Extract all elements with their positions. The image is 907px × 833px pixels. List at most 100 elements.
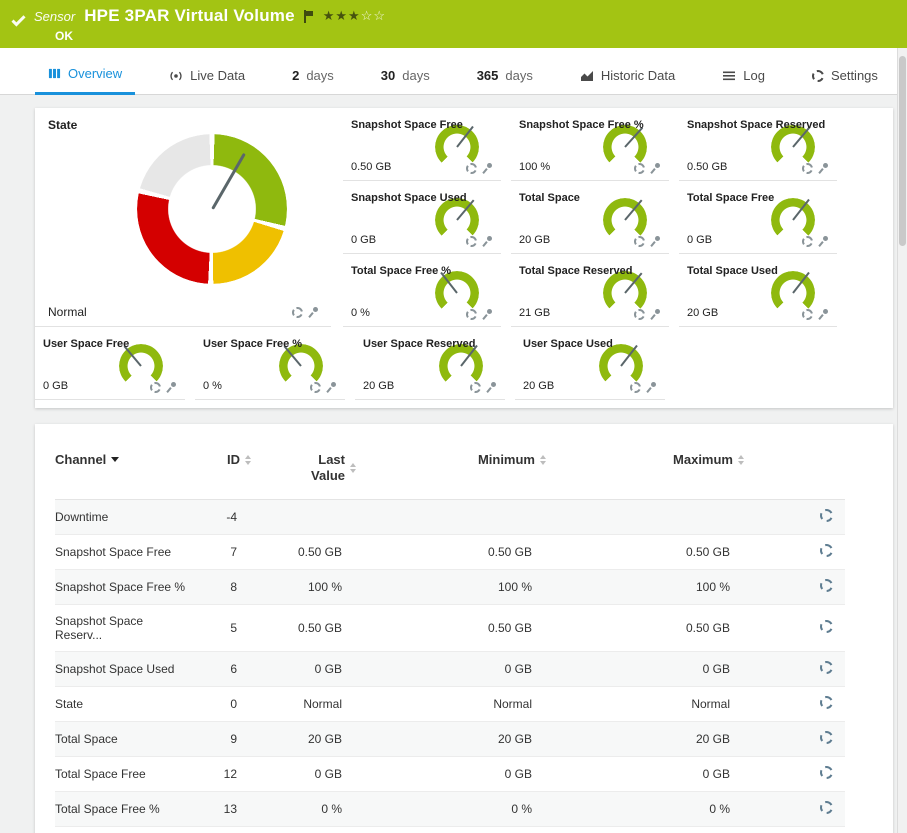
gear-icon[interactable] [466, 309, 477, 320]
pin-icon[interactable] [483, 163, 493, 174]
tab-label: Historic Data [601, 68, 675, 83]
channel-last-value: Normal [251, 686, 356, 721]
stars-filled[interactable]: ★★★ [323, 8, 361, 23]
gauge-title: User Space Used [523, 338, 657, 350]
channel-name[interactable]: Snapshot Space Used [55, 651, 187, 686]
tab-log[interactable]: Log [709, 68, 778, 94]
channel-settings-gear-icon[interactable] [820, 544, 833, 557]
gear-icon[interactable] [802, 309, 813, 320]
tab-overview[interactable]: Overview [35, 66, 135, 95]
channel-name[interactable]: Total Space Reserved [55, 826, 187, 833]
channel-name[interactable]: Snapshot Space Free [55, 534, 187, 569]
pin-icon[interactable] [483, 309, 493, 320]
channel-row[interactable]: Downtime -4 [55, 499, 845, 534]
gauge-tile-icons [802, 163, 829, 174]
gear-icon[interactable] [150, 382, 161, 393]
gear-icon[interactable] [292, 307, 303, 318]
pin-icon[interactable] [651, 236, 661, 247]
column-header-maximum[interactable]: Maximum [546, 446, 744, 499]
scrollbar-thumb[interactable] [899, 56, 906, 246]
gear-icon[interactable] [466, 236, 477, 247]
gauge-value: 0 GB [687, 234, 712, 246]
pin-icon[interactable] [309, 307, 319, 318]
channel-name[interactable]: Total Space Free [55, 756, 187, 791]
gear-icon[interactable] [634, 236, 645, 247]
pin-icon[interactable] [167, 382, 177, 393]
tab-365-days[interactable]: 365days [464, 68, 546, 94]
channel-name[interactable]: Downtime [55, 499, 187, 534]
channel-settings-gear-icon[interactable] [820, 696, 833, 709]
gauge-tile-icons [470, 382, 497, 393]
channel-settings-gear-icon[interactable] [820, 766, 833, 779]
pin-icon[interactable] [487, 382, 497, 393]
channel-minimum: Normal [356, 686, 546, 721]
channel-id: 12 [187, 756, 251, 791]
pin-icon[interactable] [483, 236, 493, 247]
channel-settings-gear-icon[interactable] [820, 509, 833, 522]
channel-row[interactable]: Total Space Free % 13 0 % 0 % 0 % [55, 791, 845, 826]
gauge-value: 20 GB [523, 380, 554, 392]
column-header-channel[interactable]: Channel [55, 446, 187, 499]
gear-icon[interactable] [470, 382, 481, 393]
pin-icon[interactable] [647, 382, 657, 393]
channel-last-value [251, 499, 356, 534]
gauge-value: 0.50 GB [351, 161, 391, 173]
channel-name[interactable]: Snapshot Space Free % [55, 569, 187, 604]
gear-icon[interactable] [310, 382, 321, 393]
pin-icon[interactable] [327, 382, 337, 393]
gauge-tile: Total Space Used 20 GB [679, 254, 837, 327]
channel-maximum: 0 % [546, 791, 744, 826]
channel-settings-gear-icon[interactable] [820, 579, 833, 592]
tab-historic-data[interactable]: Historic Data [567, 68, 688, 94]
channel-row[interactable]: Snapshot Space Free % 8 100 % 100 % 100 … [55, 569, 845, 604]
gauge-title: Snapshot Space Used [351, 192, 493, 204]
flag-icon[interactable] [304, 10, 314, 23]
column-header-id[interactable]: ID [187, 446, 251, 499]
pin-icon[interactable] [651, 309, 661, 320]
tab-label: Overview [68, 66, 122, 81]
gear-icon[interactable] [802, 236, 813, 247]
pin-icon[interactable] [819, 236, 829, 247]
log-icon [722, 69, 736, 83]
gauge-grid: Snapshot Space Free 0.50 GB Snaps [343, 108, 837, 327]
channel-name[interactable]: Snapshot Space Reserv... [55, 604, 187, 651]
channel-settings-gear-icon[interactable] [820, 801, 833, 814]
gear-icon[interactable] [634, 309, 645, 320]
tab-label: Live Data [190, 68, 245, 83]
tab-30-days[interactable]: 30days [368, 68, 443, 94]
tab-live-data[interactable]: Live Data [156, 68, 258, 94]
channel-row[interactable]: Snapshot Space Reserv... 5 0.50 GB 0.50 … [55, 604, 845, 651]
gauge-tile: Total Space Free 0 GB [679, 181, 837, 254]
channel-settings-gear-icon[interactable] [820, 661, 833, 674]
stars-empty[interactable]: ☆☆ [361, 8, 386, 23]
channel-row[interactable]: State 0 Normal Normal Normal [55, 686, 845, 721]
gear-icon[interactable] [630, 382, 641, 393]
channel-id: 7 [187, 534, 251, 569]
channel-name[interactable]: Total Space [55, 721, 187, 756]
channel-maximum: 0 GB [546, 651, 744, 686]
channel-row[interactable]: Snapshot Space Free 7 0.50 GB 0.50 GB 0.… [55, 534, 845, 569]
channel-row[interactable]: Total Space Free 12 0 GB 0 GB 0 GB [55, 756, 845, 791]
channel-row[interactable]: Total Space 9 20 GB 20 GB 20 GB [55, 721, 845, 756]
channel-settings-gear-icon[interactable] [820, 731, 833, 744]
tab-settings[interactable]: Settings [799, 68, 891, 94]
column-header-minimum[interactable]: Minimum [356, 446, 546, 499]
gear-icon [812, 70, 824, 82]
channel-name[interactable]: Total Space Free % [55, 791, 187, 826]
channel-row[interactable]: Total Space Reserved 10 21 GB 21 GB 21 G… [55, 826, 845, 833]
priority-stars[interactable]: ★★★☆☆ [323, 8, 386, 24]
pin-icon[interactable] [651, 163, 661, 174]
gauge-title: Snapshot Space Free [351, 119, 493, 131]
channel-settings-gear-icon[interactable] [820, 620, 833, 633]
column-header-last-value[interactable]: Last Value [251, 446, 356, 499]
channel-name[interactable]: State [55, 686, 187, 721]
channel-row[interactable]: Snapshot Space Used 6 0 GB 0 GB 0 GB [55, 651, 845, 686]
gear-icon[interactable] [634, 163, 645, 174]
page-scrollbar[interactable] [897, 48, 907, 833]
header-label: Channel [55, 452, 106, 467]
pin-icon[interactable] [819, 163, 829, 174]
pin-icon[interactable] [819, 309, 829, 320]
gear-icon[interactable] [802, 163, 813, 174]
tab-2-days[interactable]: 2days [279, 68, 347, 94]
gear-icon[interactable] [466, 163, 477, 174]
